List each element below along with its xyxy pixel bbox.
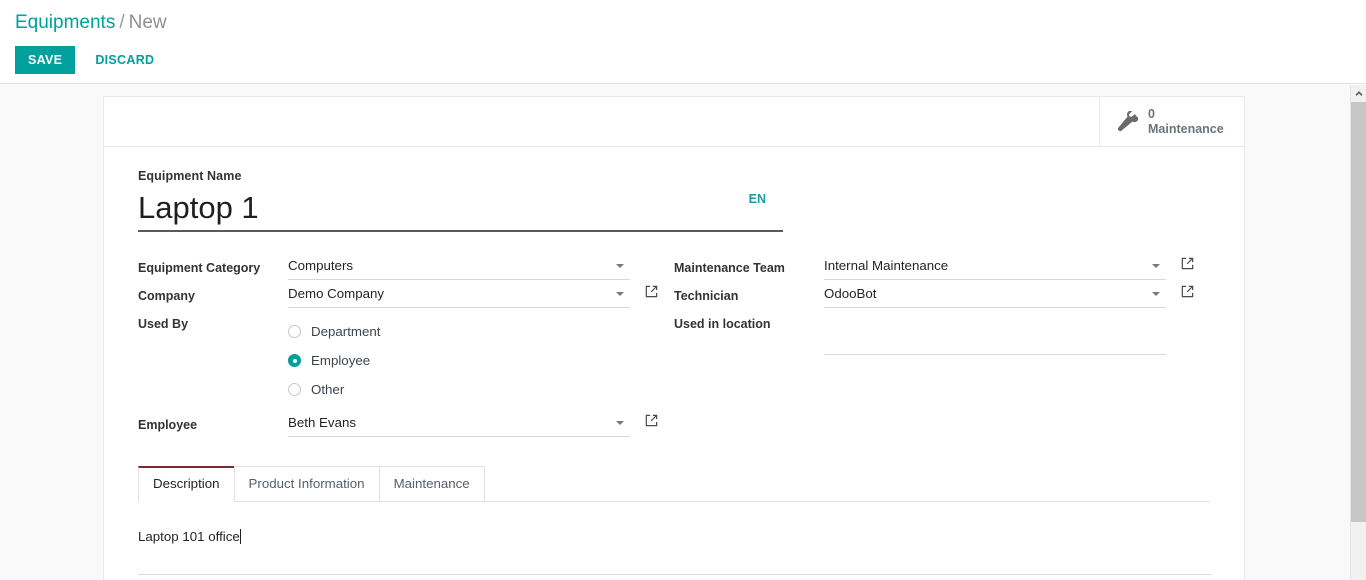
equipment-name-row: EN	[138, 188, 783, 232]
form-view: 0 Maintenance Equipment Name EN Equi	[0, 85, 1350, 580]
tab-panel-description: Laptop 101 office	[138, 502, 1212, 575]
used-by-value: Department Employee Other	[288, 309, 674, 404]
field-column-right: Maintenance Team Internal Maintenance Te…	[674, 253, 1210, 438]
maintenance-count: 0	[1148, 106, 1155, 121]
maintenance-team-input-wrap[interactable]	[824, 257, 1166, 280]
chevron-down-icon[interactable]	[616, 292, 624, 296]
breadcrumb: Equipments / New	[15, 10, 167, 36]
equipment-category-label: Equipment Category	[138, 261, 261, 275]
description-text[interactable]: Laptop 101 office	[138, 529, 240, 544]
chevron-down-icon[interactable]	[616, 264, 624, 268]
company-value	[288, 281, 674, 308]
maintenance-label: Maintenance	[1148, 121, 1224, 136]
radio-icon-selected[interactable]	[288, 354, 301, 367]
control-panel-buttons: SAVE DISCARD	[15, 46, 164, 74]
field-used-in-location: Used in location	[674, 309, 1210, 355]
technician-input-wrap[interactable]	[824, 285, 1166, 308]
field-company: Company	[138, 281, 674, 309]
radio-label: Other	[311, 381, 345, 397]
sheet-inner: Equipment Name EN Equipment Category	[104, 147, 1244, 575]
discard-button[interactable]: DISCARD	[85, 47, 164, 73]
used-by-label: Used By	[138, 317, 189, 331]
save-button[interactable]: SAVE	[15, 46, 76, 74]
external-link-icon[interactable]	[644, 284, 659, 299]
company-label: Company	[138, 289, 195, 303]
field-used-by: Used By Department Employee Other	[138, 309, 674, 404]
chevron-down-icon[interactable]	[1152, 264, 1160, 268]
tab-product-information[interactable]: Product Information	[233, 466, 380, 501]
text-cursor	[239, 529, 241, 544]
employee-input[interactable]	[288, 414, 598, 432]
form-sheet: 0 Maintenance Equipment Name EN Equi	[103, 96, 1245, 580]
breadcrumb-current: New	[128, 12, 167, 33]
used-by-radio-group: Department Employee Other	[288, 313, 674, 404]
notebook: Description Product Information Maintena…	[138, 466, 1212, 575]
technician-label: Technician	[674, 289, 739, 303]
field-group: Equipment Category Company	[138, 253, 1210, 438]
scroll-up-button[interactable]	[1351, 85, 1366, 102]
used-in-location-input-wrap[interactable]	[824, 332, 1166, 355]
equipment-category-value	[288, 253, 674, 280]
radio-option-other[interactable]: Other	[288, 375, 674, 404]
chevron-down-icon[interactable]	[616, 421, 624, 425]
button-box: 0 Maintenance	[104, 97, 1244, 147]
maintenance-team-value	[824, 253, 1210, 280]
notebook-tabs: Description Product Information Maintena…	[138, 466, 1210, 502]
employee-label: Employee	[138, 418, 198, 432]
used-in-location-label: Used in location	[674, 317, 771, 331]
technician-value	[824, 281, 1210, 308]
external-link-icon[interactable]	[644, 413, 659, 428]
field-equipment-category: Equipment Category	[138, 253, 674, 281]
chevron-down-icon[interactable]	[1152, 292, 1160, 296]
external-link-icon[interactable]	[1180, 284, 1195, 299]
field-employee: Employee	[138, 410, 674, 438]
employee-input-wrap[interactable]	[288, 414, 630, 437]
tab-description[interactable]: Description	[138, 466, 235, 502]
field-column-left: Equipment Category Company	[138, 253, 674, 438]
scrollbar-thumb[interactable]	[1351, 102, 1366, 522]
field-technician: Technician	[674, 281, 1210, 309]
maintenance-team-input[interactable]	[824, 257, 1134, 275]
breadcrumb-separator: /	[119, 12, 125, 33]
stat-button-text: 0 Maintenance	[1148, 107, 1224, 137]
equipment-name-label: Equipment Name	[138, 169, 242, 183]
field-maintenance-team: Maintenance Team	[674, 253, 1210, 281]
control-panel: Equipments / New SAVE DISCARD	[0, 0, 1366, 84]
maintenance-stat-button[interactable]: 0 Maintenance	[1099, 97, 1244, 146]
vertical-scrollbar[interactable]	[1350, 85, 1366, 580]
tab-maintenance[interactable]: Maintenance	[378, 466, 485, 501]
language-badge[interactable]: EN	[749, 192, 766, 206]
equipment-name-input[interactable]	[138, 188, 698, 228]
company-input[interactable]	[288, 285, 598, 303]
radio-label: Department	[311, 323, 381, 339]
maintenance-team-label: Maintenance Team	[674, 261, 785, 275]
radio-option-employee[interactable]: Employee	[288, 346, 674, 375]
description-divider	[138, 574, 1212, 575]
wrench-icon	[1116, 109, 1139, 133]
equipment-category-input-wrap[interactable]	[288, 257, 630, 280]
breadcrumb-root-link[interactable]: Equipments	[15, 12, 115, 33]
company-input-wrap[interactable]	[288, 285, 630, 308]
technician-input[interactable]	[824, 285, 1134, 303]
radio-icon[interactable]	[288, 325, 301, 338]
radio-label: Employee	[311, 352, 371, 368]
radio-option-department[interactable]: Department	[288, 317, 674, 346]
external-link-icon[interactable]	[1180, 256, 1195, 271]
radio-icon[interactable]	[288, 383, 301, 396]
title-block: Equipment Name EN	[138, 169, 783, 232]
used-in-location-input[interactable]	[824, 332, 1134, 350]
equipment-category-input[interactable]	[288, 257, 598, 275]
used-in-location-value	[824, 309, 1210, 355]
employee-value	[288, 410, 674, 437]
